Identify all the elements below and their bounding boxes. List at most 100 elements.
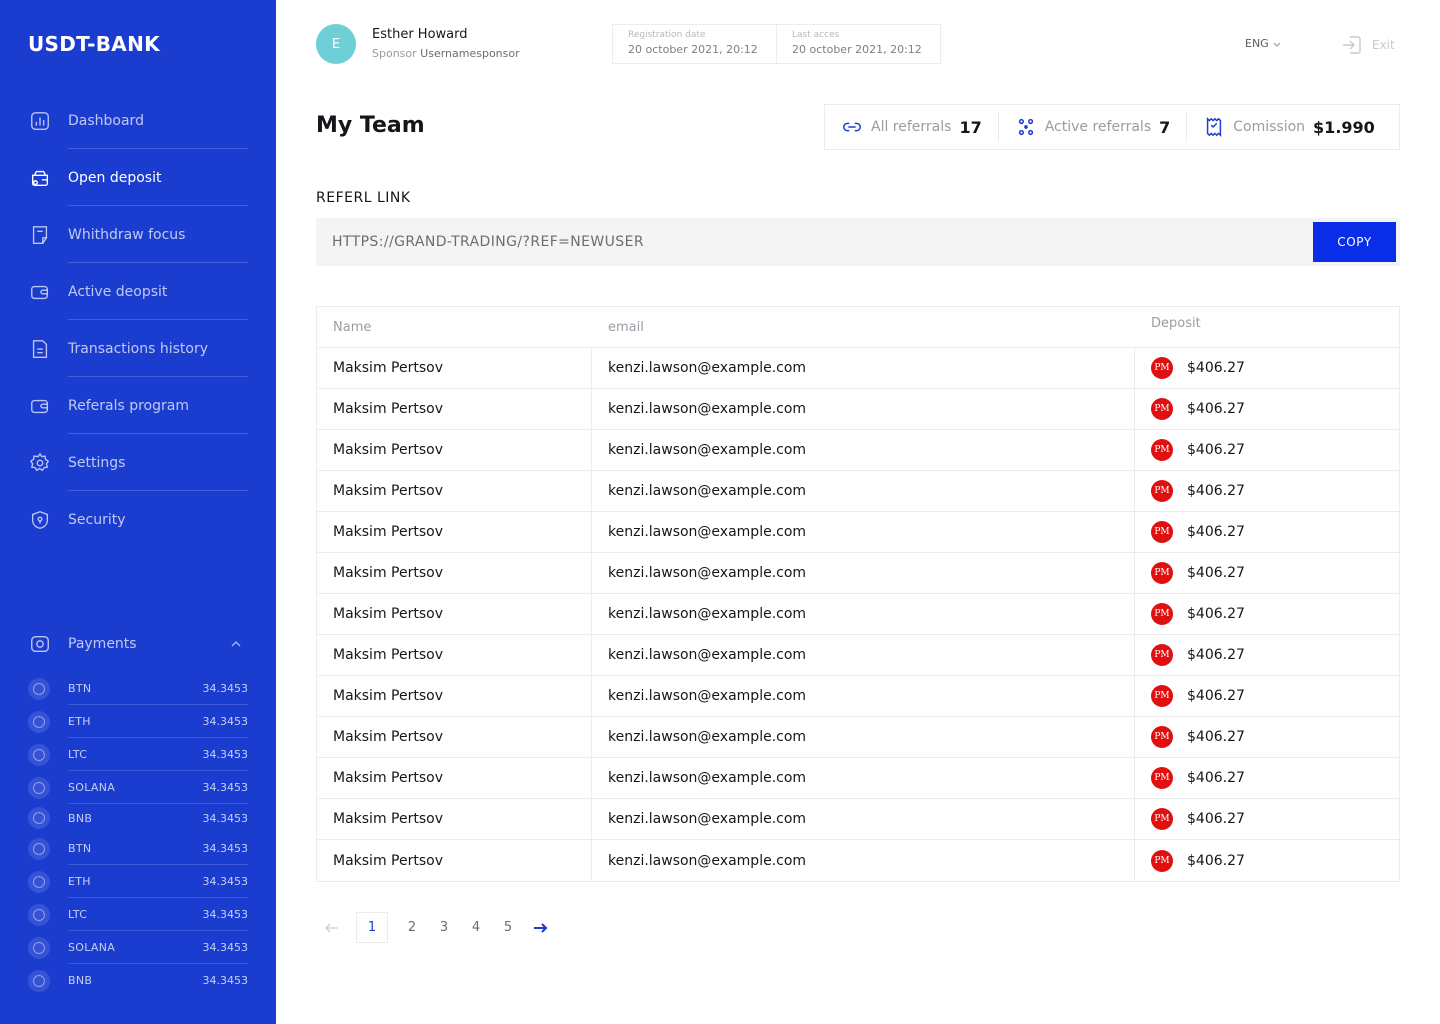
table-row[interactable]: Maksim Pertsov kenzi.lawson@example.com PM… xyxy=(317,594,1399,635)
cell-name: Maksim Pertsov xyxy=(317,799,592,839)
prev-page-button[interactable] xyxy=(316,912,348,943)
column-header-name[interactable]: Name xyxy=(317,307,592,347)
cell-deposit: PM $406.27 xyxy=(1135,717,1399,757)
sidebar-item-security[interactable]: Security xyxy=(28,491,248,548)
deposit-amount: $406.27 xyxy=(1187,483,1245,499)
payment-value: 34.3453 xyxy=(202,875,249,888)
payment-name: SOLANA xyxy=(68,781,116,794)
sidebar-item-label: Settings xyxy=(68,454,126,471)
deposit-amount: $406.27 xyxy=(1187,811,1245,827)
sidebar-item-label: Open deposit xyxy=(68,169,162,186)
cell-email: kenzi.lawson@example.com xyxy=(592,635,1135,675)
coin-icon xyxy=(28,837,50,860)
stat-label: Active referrals xyxy=(1044,119,1152,135)
cell-name: Maksim Pertsov xyxy=(317,389,592,429)
deposit-amount: $406.27 xyxy=(1187,647,1245,663)
table-row[interactable]: Maksim Pertsov kenzi.lawson@example.com PM… xyxy=(317,758,1399,799)
deposit-amount: $406.27 xyxy=(1187,360,1245,376)
table-row[interactable]: Maksim Pertsov kenzi.lawson@example.com PM… xyxy=(317,676,1399,717)
payment-value: 34.3453 xyxy=(202,842,249,855)
cell-deposit: PM $406.27 xyxy=(1135,512,1399,552)
sidebar-item-label: Dashboard xyxy=(68,112,144,129)
payment-value: 34.3453 xyxy=(202,941,249,954)
table-row[interactable]: Maksim Pertsov kenzi.lawson@example.com PM… xyxy=(317,348,1399,389)
user-name: Esther Howard xyxy=(372,27,468,42)
page-1[interactable]: 1 xyxy=(356,912,388,943)
perfect-money-icon: PM xyxy=(1151,357,1173,379)
deposit-amount: $406.27 xyxy=(1187,729,1245,745)
payment-name: ETH xyxy=(68,715,91,728)
sidebar-item-transactions[interactable]: Transactions history xyxy=(28,320,248,377)
perfect-money-icon: PM xyxy=(1151,521,1173,543)
payments-list: BTN 34.3453 ETH 34.3453 LTC 34.3453 SOLA… xyxy=(28,672,248,997)
payments-label: Payments xyxy=(68,636,137,652)
payment-name: SOLANA xyxy=(68,941,116,954)
cell-name: Maksim Pertsov xyxy=(317,635,592,675)
payment-row: LTC 34.3453 xyxy=(28,898,248,931)
cell-name: Maksim Pertsov xyxy=(317,471,592,511)
stat-comission: Comission $1.990 xyxy=(1186,112,1391,142)
cell-email: kenzi.lawson@example.com xyxy=(592,553,1135,593)
cell-email: kenzi.lawson@example.com xyxy=(592,348,1135,388)
sidebar-item-withdraw[interactable]: Whithdraw focus xyxy=(28,206,248,263)
cell-email: kenzi.lawson@example.com xyxy=(592,594,1135,634)
language-selector[interactable]: ENG xyxy=(1245,37,1282,50)
table-row[interactable]: Maksim Pertsov kenzi.lawson@example.com PM… xyxy=(317,389,1399,430)
page-4[interactable]: 4 xyxy=(460,912,492,943)
sidebar-item-settings[interactable]: Settings xyxy=(28,434,248,491)
table-row[interactable]: Maksim Pertsov kenzi.lawson@example.com PM… xyxy=(317,471,1399,512)
table-row[interactable]: Maksim Pertsov kenzi.lawson@example.com PM… xyxy=(317,840,1399,881)
copy-button[interactable]: COPY xyxy=(1313,222,1396,262)
cell-deposit: PM $406.27 xyxy=(1135,389,1399,429)
payment-row: BTN 34.3453 xyxy=(28,672,248,705)
payment-name: ETH xyxy=(68,875,91,888)
sidebar-item-referals[interactable]: Referals program xyxy=(28,377,248,434)
payments-toggle[interactable]: Payments xyxy=(28,630,248,658)
sidebar-item-active-deposit[interactable]: Active deopsit xyxy=(28,263,248,320)
perfect-money-icon: PM xyxy=(1151,398,1173,420)
registration-date: Registration date 20 october 2021, 20:12 xyxy=(613,25,776,63)
referral-link-url[interactable]: HTTPS://GRAND-TRADING/?REF=NEWUSER xyxy=(332,234,644,250)
cell-name: Maksim Pertsov xyxy=(317,758,592,798)
table-row[interactable]: Maksim Pertsov kenzi.lawson@example.com PM… xyxy=(317,799,1399,840)
stat-active-referrals: Active referrals 7 xyxy=(997,112,1187,142)
sidebar-item-dashboard[interactable]: Dashboard xyxy=(28,92,248,149)
payment-row: SOLANA 34.3453 xyxy=(28,771,248,804)
table-row[interactable]: Maksim Pertsov kenzi.lawson@example.com PM… xyxy=(317,512,1399,553)
payment-row: SOLANA 34.3453 xyxy=(28,931,248,964)
deposit-amount: $406.27 xyxy=(1187,606,1245,622)
page-3[interactable]: 3 xyxy=(428,912,460,943)
registration-date-label: Registration date xyxy=(628,30,706,40)
payment-row: BNB 34.3453 xyxy=(28,964,248,997)
table-row[interactable]: Maksim Pertsov kenzi.lawson@example.com PM… xyxy=(317,553,1399,594)
table-row[interactable]: Maksim Pertsov kenzi.lawson@example.com PM… xyxy=(317,430,1399,471)
page-2[interactable]: 2 xyxy=(396,912,428,943)
deposit-amount: $406.27 xyxy=(1187,401,1245,417)
shield-icon xyxy=(28,508,52,532)
exit-button[interactable]: Exit xyxy=(1340,33,1395,57)
last-access-value: 20 october 2021, 20:12 xyxy=(792,43,922,56)
column-header-deposit[interactable]: Deposit xyxy=(1135,307,1399,347)
chart-icon xyxy=(28,109,52,133)
table-row[interactable]: Maksim Pertsov kenzi.lawson@example.com PM… xyxy=(317,717,1399,758)
table-row[interactable]: Maksim Pertsov kenzi.lawson@example.com PM… xyxy=(317,635,1399,676)
perfect-money-icon: PM xyxy=(1151,685,1173,707)
perfect-money-icon: PM xyxy=(1151,808,1173,830)
team-table: Name email Deposit Maksim Pertsov kenzi.l… xyxy=(316,306,1400,882)
cell-deposit: PM $406.27 xyxy=(1135,840,1399,881)
sidebar-item-open-deposit[interactable]: Open deposit xyxy=(28,149,248,206)
deposit-amount: $406.27 xyxy=(1187,442,1245,458)
perfect-money-icon: PM xyxy=(1151,644,1173,666)
pagination: 12345 xyxy=(316,912,556,943)
link-icon xyxy=(843,122,861,132)
avatar[interactable]: E xyxy=(316,24,356,64)
page-5[interactable]: 5 xyxy=(492,912,524,943)
deposit-amount: $406.27 xyxy=(1187,565,1245,581)
referral-link-field: HTTPS://GRAND-TRADING/?REF=NEWUSER COPY xyxy=(316,218,1400,266)
column-header-email[interactable]: email xyxy=(592,307,1135,347)
sidebar-item-label: Referals program xyxy=(68,397,189,414)
language-label: ENG xyxy=(1245,37,1269,50)
next-page-button[interactable] xyxy=(524,912,556,943)
cell-email: kenzi.lawson@example.com xyxy=(592,430,1135,470)
payment-name: BTN xyxy=(68,842,92,855)
